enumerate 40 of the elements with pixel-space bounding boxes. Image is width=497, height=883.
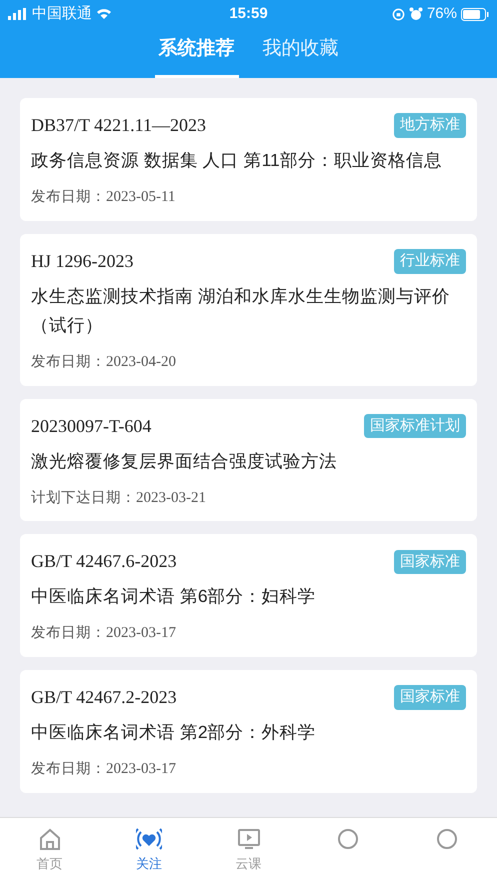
category-tag: 行业标准 [394,249,466,274]
carrier-name: 中国联通 [32,4,92,24]
standard-code: GB/T 42467.2-2023 [31,686,177,709]
rotation-lock-icon [392,8,405,20]
category-tag: 国家标准计划 [364,414,466,438]
clock-time: 15:59 [229,4,268,22]
date-label: 发布日期： [31,624,106,644]
date-label: 发布日期： [31,352,106,372]
date-value: 2023-03-17 [106,760,176,779]
battery-percent: 76% [426,4,457,24]
standard-code: DB37/T 4221.11—2023 [31,114,206,137]
category-tag: 地方标准 [394,113,466,138]
standard-card[interactable]: GB/T 42467.2-2023 国家标准 中医临床名词术语 第2部分：外科学 发布日期：2023-03-17 [20,670,477,793]
date-label: 发布日期： [31,760,106,779]
date-value: 2023-03-21 [136,488,206,508]
date-value: 2023-03-17 [106,624,176,644]
standard-code: GB/T 42467.6-2023 [31,550,177,574]
video-screen-icon [236,826,262,852]
date-label: 发布日期： [31,188,106,207]
standard-card[interactable]: 20230097-T-604 国家标准计划 激光熔覆修复层界面结合强度试验方法 计划下达日期：2023-03-21 [20,398,477,522]
signal-icon [8,8,28,20]
wifi-icon [96,8,112,20]
standard-card[interactable]: DB37/T 4221.11—2023 地方标准 政务信息资源 数据集 人口 第11部分：职业资格信息 发布日期：2023-05-11 [20,98,477,221]
standard-title: 水生态监测技术指南 湖泊和水库水生生物监测与评价（试行） [31,284,451,337]
date-value: 2023-05-11 [106,188,176,207]
standard-title: 政务信息资源 数据集 人口 第11部分：职业资格信息 [31,149,443,172]
category-tag: 国家标准 [394,685,466,710]
date-value: 2023-04-20 [106,352,176,372]
heart-signal-icon [136,826,162,852]
standard-card[interactable]: GB/T 42467.6-2023 国家标准 中医临床名词术语 第6部分：妇科学 发布日期：2023-03-17 [20,534,477,657]
standard-title: 激光熔覆修复层界面结合强度试验方法 [31,450,338,472]
standard-code: HJ 1296-2023 [31,250,134,273]
battery-icon [461,8,489,20]
category-tag: 国家标准 [394,550,466,574]
standard-title: 中医临床名词术语 第6部分：妇科学 [31,585,317,608]
standard-card[interactable]: HJ 1296-2023 行业标准 水生态监测技术指南 湖泊和水库水生生物监测与评价（试行） 发布日期：2023-04-20 [20,234,477,386]
standard-code: 20230097-T-604 [31,414,152,438]
nav-tab[interactable]: 关注 [99,818,199,883]
standard-title: 中医临床名词术语 第2部分：外科学 [31,721,317,744]
date-label: 计划下达日期： [31,488,136,508]
